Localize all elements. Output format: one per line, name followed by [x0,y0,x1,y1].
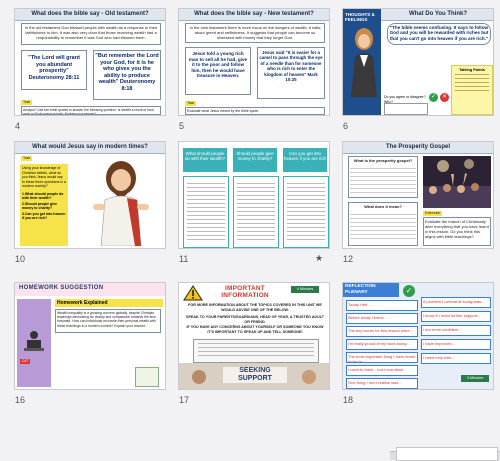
task-text: Analyse? Use two bible quotes to answer … [21,106,161,115]
column-heading: Should people give money to charity? [233,148,277,172]
reflection-prompt: The key words for this lesson were... [346,326,418,337]
panel-title: THOUGHTS & FEELINGS [345,12,375,22]
answer-column [283,176,329,248]
slide-sorter-grid: What does the bible say - Old testament?… [0,0,500,459]
banner-title: HOMEWORK SUGGESTION [19,285,104,291]
support-links-box [193,339,319,363]
church-crowd-image [423,156,491,208]
task-label: Task [185,101,197,106]
slide-12-canvas[interactable]: The Prosperity Gospel What is the prospe… [342,141,494,249]
reflection-title: REFLECTION PLENARY [343,283,399,297]
logo-icon [135,367,159,387]
column-heading: Can you get into heaven if you are rich [283,148,327,172]
task-label: Task [21,100,33,105]
side-panel: CAT [17,299,51,387]
woman-figure-icon [351,28,377,97]
question-box: What does it mean? [348,202,418,246]
sticky-title: Talking Points [459,68,485,72]
reflection-prompt: I have improved... [421,339,491,350]
task-panel: Using your knowledge of Christian belief… [20,164,68,246]
intro-text: In the new testament there is more focus… [185,23,325,43]
info-line-2: SPEAK TO YOUR PARENTS/GUARDIANS, HEAD OF… [186,315,324,324]
cross-icon: ✕ [440,93,449,102]
quote-box: "The Lord will grant you abundant prospe… [21,50,87,90]
slide-number: 18 [343,395,354,405]
answer-box [384,103,428,115]
text-lines [350,165,416,193]
slide-title: What would Jesus say in modern times? [15,142,165,154]
slide-number: 12 [343,254,354,264]
important-title: IMPORTANT INFORMATION [221,285,269,299]
text-lines [350,211,416,241]
slide-17-canvas[interactable]: IMPORTANT INFORMATION 4 Minutes FOR MORE… [178,282,330,390]
text-lines [287,180,325,240]
slide-number: 5 [179,121,185,131]
task-label: Task [21,156,33,161]
task-text: Evaluate what Jesus meant by the bible q… [185,107,325,115]
slide-title: The Prosperity Gospel [343,142,493,154]
jesus-figure-icon [93,161,149,246]
reflection-prompt: A problem I overcame today was... [421,297,491,308]
text-lines [237,180,275,240]
timer-badge: 3 Minutes [461,375,489,382]
check-icon: ✓ [403,285,415,297]
slide-number: 17 [179,395,190,405]
slide-number: 10 [15,254,26,264]
reflection-prompt: I know if I need further support... [421,311,491,322]
slide-10-canvas[interactable]: What would Jesus say in modern times? Ta… [14,141,166,249]
question-heading: What is the prosperity gospel? [353,158,413,163]
warning-icon [183,285,203,301]
slide-6-canvas[interactable]: THOUGHTS & FEELINGS What Do You Think? "… [342,8,494,116]
slide-title: What Do You Think? [381,9,493,21]
text-lines [187,180,225,240]
slide-number: 11 [179,254,189,264]
reflection-prompt: I'm really proud of my work today... [346,339,418,350]
reflection-prompt: I need help with... [421,353,491,364]
seeking-support-title: SEEKING SUPPORT [223,367,287,383]
reflection-prompt: Before today I knew... [346,313,418,324]
reflection-prompt: One thing I don't realise was... [346,378,418,389]
quote-box: Jesus said "It is easier for a camel to … [257,47,325,99]
timer-badge: 4 Minutes [291,286,319,293]
reflection-prompt: I am more confident... [421,325,491,336]
info-line-1: FOR MORE INFORMATION ABOUT THE TOPICS CO… [188,303,322,312]
answer-column [233,176,279,248]
slide-18-canvas[interactable]: REFLECTION PLENARY ✓ 3 Minutes Today I f… [342,282,494,390]
quote-box: "But remember the Lord your God, for it … [93,50,161,100]
sticky-note: Talking Points [451,65,493,115]
info-line-3: IF YOU HAVE ANY CONCERNS ABOUT YOURSELF … [186,325,324,334]
task-text: Using your knowledge of Christian belief… [22,166,66,188]
slide-title: What does the bible say - Old testament? [15,9,165,21]
slide-number: 4 [15,121,21,131]
slide-number: 16 [15,395,26,405]
homework-heading: Homework Explained [55,299,163,307]
question-3: 3.Can you get into heaven if you are ric… [22,211,66,221]
question-box: What is the prosperity gospel? [348,156,418,198]
slide-title: What does the bible say - New testament? [179,9,329,21]
question-1: 1.What should people do with their wealt… [22,191,64,201]
reflection-prompt: Today I felt... [346,300,418,311]
cat-badge: CAT [20,359,30,364]
slide-11-canvas[interactable]: What should people do with their wealth?… [178,141,330,249]
quote-box: Jesus told a young rich man to sell all … [185,47,251,95]
reflection-prompt: I used to think... but I now think... [346,365,418,376]
star-icon: ★ [315,253,324,263]
reflection-prompt: The most important thing I have learnt t… [346,352,418,363]
extension-label: Extension [423,211,443,216]
slide-4-canvas[interactable]: What does the bible say - Old testament?… [14,8,166,116]
question-2: 2.Should people give money to charity? [22,201,58,211]
student-laptop-icon [24,331,44,351]
speech-bubble: "The bible seems confusing. It says to f… [387,23,491,45]
question-heading: What does it mean? [364,204,402,209]
intro-text: In the old testament God blessed people … [21,23,161,45]
homework-text: Wealth inequality is a growing concern g… [55,309,161,333]
answer-column [183,176,229,248]
slide-5-canvas[interactable]: What does the bible say - New testament?… [178,8,330,116]
tick-icon: ✓ [429,93,438,102]
slide-number: 6 [343,121,349,131]
extension-text: Evaluate the branch of Christianity afte… [423,217,491,246]
slide-16-canvas[interactable]: HOMEWORK SUGGESTION CAT Homework Explain… [14,282,166,390]
column-heading: What should people do with their wealth? [183,148,227,172]
